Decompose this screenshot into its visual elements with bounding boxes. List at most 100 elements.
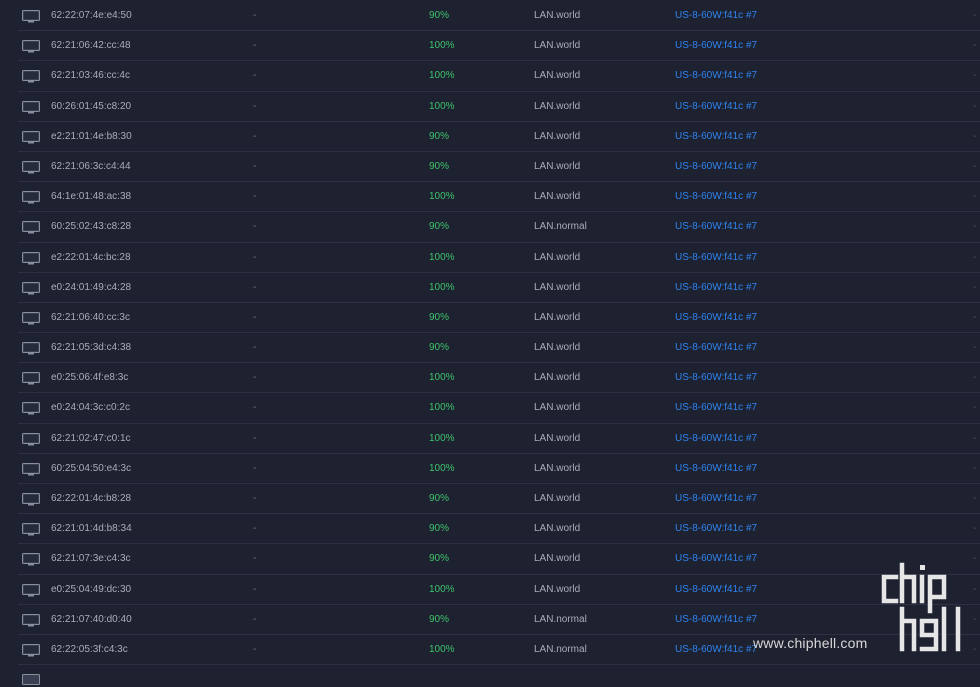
client-mac[interactable]: e2:22:01:4c:bc:28 [51, 243, 131, 273]
client-mac[interactable]: 62:21:07:3e:c4:3c [51, 544, 131, 574]
client-mac[interactable]: 62:21:06:42:cc:48 [51, 31, 131, 61]
table-row-partial[interactable] [18, 667, 980, 677]
client-mac[interactable]: 62:22:01:4c:b8:28 [51, 484, 131, 514]
experience-value: 90% [429, 544, 449, 574]
experience-value: 100% [429, 393, 455, 423]
client-name: - [253, 393, 256, 423]
table-row[interactable]: 62:22:01:4c:b8:28-90%LAN.worldUS-8-60W:f… [18, 484, 980, 514]
client-mac[interactable]: 60:26:01:45:c8:20 [51, 92, 131, 122]
client-mac[interactable]: e2:21:01:4e:b8:30 [51, 122, 132, 152]
client-mac[interactable]: 62:21:07:40:d0:40 [51, 605, 132, 635]
table-row[interactable]: 62:21:06:40:cc:3c-90%LAN.worldUS-8-60W:f… [18, 303, 980, 333]
experience-value: 100% [429, 31, 455, 61]
table-row[interactable]: 62:21:01:4d:b8:34-90%LAN.worldUS-8-60W:f… [18, 514, 980, 544]
uplink-link[interactable]: US-8-60W:f41c #7 [675, 1, 757, 31]
uplink-link[interactable]: US-8-60W:f41c #7 [675, 635, 757, 665]
uplink-link[interactable]: US-8-60W:f41c #7 [675, 152, 757, 182]
experience-value: 100% [429, 92, 455, 122]
uplink-link[interactable]: US-8-60W:f41c #7 [675, 575, 757, 605]
client-mac[interactable]: e0:24:01:49:c4:28 [51, 273, 131, 303]
uplink-link[interactable]: US-8-60W:f41c #7 [675, 454, 757, 484]
client-mac[interactable]: e0:25:04:49:dc:30 [51, 575, 131, 605]
uplink-link[interactable]: US-8-60W:f41c #7 [675, 92, 757, 122]
trailing-value: - [973, 303, 976, 333]
table-row[interactable]: 60:26:01:45:c8:20-100%LAN.worldUS-8-60W:… [18, 92, 980, 122]
uplink-link[interactable]: US-8-60W:f41c #7 [675, 61, 757, 91]
table-row[interactable]: 64:1e:01:48:ac:38-100%LAN.worldUS-8-60W:… [18, 182, 980, 212]
trailing-value: - [973, 635, 976, 665]
table-row[interactable]: 60:25:02:43:c8:28-90%LAN.normalUS-8-60W:… [18, 212, 980, 242]
table-row[interactable]: 60:25:04:50:e4:3c-100%LAN.worldUS-8-60W:… [18, 454, 980, 484]
uplink-link[interactable]: US-8-60W:f41c #7 [675, 514, 757, 544]
table-row[interactable]: 62:21:07:3e:c4:3c-90%LAN.worldUS-8-60W:f… [18, 544, 980, 574]
table-row[interactable]: e0:24:01:49:c4:28-100%LAN.worldUS-8-60W:… [18, 273, 980, 303]
experience-value: 90% [429, 152, 449, 182]
uplink-link[interactable]: US-8-60W:f41c #7 [675, 333, 757, 363]
experience-value: 100% [429, 454, 455, 484]
uplink-link[interactable]: US-8-60W:f41c #7 [675, 484, 757, 514]
client-mac[interactable]: 62:22:07:4e:e4:50 [51, 1, 132, 31]
monitor-icon [22, 553, 40, 566]
network-name: LAN.world [534, 152, 580, 182]
uplink-link[interactable]: US-8-60W:f41c #7 [675, 243, 757, 273]
table-row[interactable]: e0:24:04:3c:c0:2c-100%LAN.worldUS-8-60W:… [18, 393, 980, 423]
table-row[interactable]: e2:21:01:4e:b8:30-90%LAN.worldUS-8-60W:f… [18, 122, 980, 152]
table-row[interactable]: e0:25:04:49:dc:30-100%LAN.worldUS-8-60W:… [18, 575, 980, 605]
uplink-link[interactable]: US-8-60W:f41c #7 [675, 182, 757, 212]
experience-value: 90% [429, 303, 449, 333]
table-row[interactable]: 62:22:07:4e:e4:50-90%LAN.worldUS-8-60W:f… [18, 1, 980, 31]
uplink-link[interactable]: US-8-60W:f41c #7 [675, 31, 757, 61]
table-row[interactable]: 62:21:07:40:d0:40-90%LAN.normalUS-8-60W:… [18, 605, 980, 635]
uplink-link[interactable]: US-8-60W:f41c #7 [675, 605, 757, 635]
trailing-value: - [973, 92, 976, 122]
table-row[interactable]: e0:25:06:4f:e8:3c - 100% LAN.world US-8-60W:… [18, 363, 980, 393]
client-mac[interactable]: 62:22:05:3f:c4:3c [51, 635, 128, 665]
uplink-link[interactable]: US-8-60W:f41c #7 [675, 273, 757, 303]
client-name: - [253, 243, 256, 273]
client-mac[interactable]: 60:25:02:43:c8:28 [51, 212, 131, 242]
client-mac[interactable]: e0:25:06:4f:e8:3c [51, 363, 128, 393]
experience-value: 100% [429, 363, 455, 393]
trailing-value: - [973, 544, 976, 574]
trailing-value: - [973, 212, 976, 242]
uplink-link[interactable]: US-8-60W:f41c #7 [675, 122, 757, 152]
network-name: LAN.world [534, 363, 580, 393]
client-mac[interactable]: 64:1e:01:48:ac:38 [51, 182, 131, 212]
table-row[interactable]: 62:21:03:46:cc:4c-100%LAN.worldUS-8-60W:… [18, 61, 980, 91]
client-mac[interactable]: e0:24:04:3c:c0:2c [51, 393, 130, 423]
client-mac[interactable]: 62:21:06:40:cc:3c [51, 303, 130, 333]
client-mac[interactable]: 62:21:02:47:c0:1c [51, 424, 131, 454]
client-mac[interactable]: 62:21:03:46:cc:4c [51, 61, 130, 91]
client-name: - [253, 363, 256, 393]
uplink-link[interactable]: US-8-60W:f41c #7 [675, 424, 757, 454]
table-row[interactable]: 62:21:02:47:c0:1c-100%LAN.worldUS-8-60W:… [18, 424, 980, 454]
table-row[interactable]: 62:21:05:3d:c4:38-90%LAN.worldUS-8-60W:f… [18, 333, 980, 363]
monitor-icon [22, 463, 40, 476]
network-name: LAN.normal [534, 212, 587, 242]
uplink-link[interactable]: US-8-60W:f41c #7 [675, 363, 757, 393]
table-row[interactable]: e2:22:01:4c:bc:28-100%LAN.worldUS-8-60W:… [18, 243, 980, 273]
table-row[interactable]: 62:21:06:42:cc:48-100%LAN.worldUS-8-60W:… [18, 31, 980, 61]
trailing-value: - [973, 363, 976, 393]
network-name: LAN.world [534, 1, 580, 31]
experience-value: 100% [429, 273, 455, 303]
monitor-icon [22, 644, 40, 657]
uplink-link[interactable]: US-8-60W:f41c #7 [675, 212, 757, 242]
monitor-icon [22, 252, 40, 265]
uplink-link[interactable]: US-8-60W:f41c #7 [675, 303, 757, 333]
client-mac[interactable]: 62:21:05:3d:c4:38 [51, 333, 131, 363]
trailing-value: - [973, 454, 976, 484]
network-name: LAN.world [534, 243, 580, 273]
experience-value: 90% [429, 1, 449, 31]
client-mac[interactable]: 62:21:06:3c:c4:44 [51, 152, 131, 182]
client-name: - [253, 454, 256, 484]
uplink-link[interactable]: US-8-60W:f41c #7 [675, 393, 757, 423]
table-row[interactable]: 62:21:06:3c:c4:44-90%LAN.worldUS-8-60W:f… [18, 152, 980, 182]
client-name: - [253, 575, 256, 605]
table-row[interactable]: 62:22:05:3f:c4:3c-100%LAN.normalUS-8-60W… [18, 635, 980, 665]
uplink-link[interactable]: US-8-60W:f41c #7 [675, 544, 757, 574]
trailing-value: - [973, 605, 976, 635]
client-mac[interactable]: 62:21:01:4d:b8:34 [51, 514, 132, 544]
monitor-icon [22, 161, 40, 174]
client-mac[interactable]: 60:25:04:50:e4:3c [51, 454, 131, 484]
